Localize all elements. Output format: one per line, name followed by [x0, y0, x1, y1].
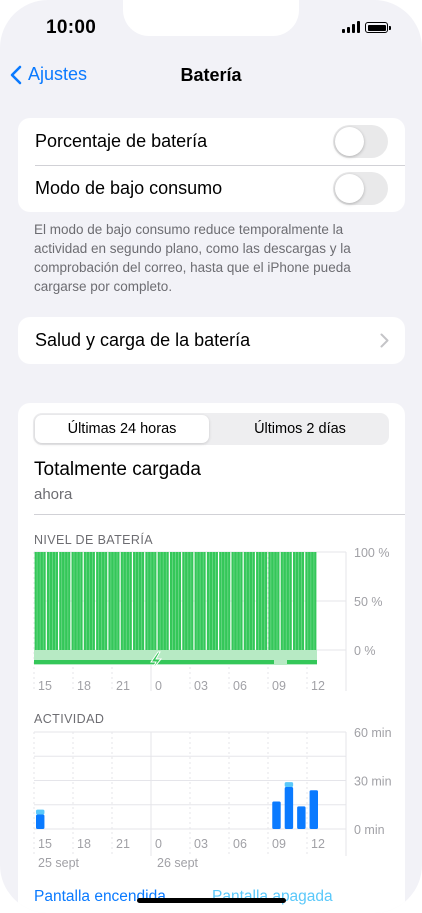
legend-screen-off: Pantalla apagada — [212, 888, 333, 905]
notch — [123, 0, 299, 36]
low-power-footnote: El modo de bajo consumo reduce temporalm… — [34, 222, 351, 294]
date-label-26-sept: 26 sept — [157, 856, 199, 870]
low-power-toggle[interactable] — [333, 172, 388, 205]
battery-x-tick-label: 15 — [38, 679, 52, 693]
battery-level-chart: 100 % 50 % 0 % 15 18 21 0 03 06 09 12 — [33, 546, 389, 693]
home-indicator — [137, 898, 286, 903]
activity-x-tick-label: 12 — [311, 837, 325, 851]
status-icons — [342, 21, 391, 33]
tab-last-2-days[interactable]: Últimos 2 días — [213, 415, 387, 443]
activity-bar-screen-on — [309, 790, 318, 829]
divider — [34, 514, 405, 515]
battery-settings-group: Porcentaje de batería Modo de bajo consu… — [18, 118, 405, 212]
battery-percentage-toggle[interactable] — [333, 125, 388, 158]
activity-y-tick-label: 0 min — [354, 823, 385, 837]
battery-x-tick-label: 12 — [311, 679, 325, 693]
date-label-25-sept: 25 sept — [38, 856, 80, 870]
time-range-segmented-control: Últimas 24 horas Últimos 2 días — [33, 413, 389, 445]
battery-x-tick-label: 09 — [272, 679, 286, 693]
chevron-right-icon — [380, 333, 389, 348]
activity-bar-screen-on — [272, 801, 281, 829]
status-time: 10:00 — [46, 17, 97, 38]
activity-x-tick-label: 0 — [155, 837, 162, 851]
battery-x-tick-label: 06 — [233, 679, 247, 693]
toggle-knob — [335, 127, 364, 156]
activity-bar-screen-off — [284, 782, 294, 787]
charge-time: ahora — [34, 486, 73, 503]
charge-status: Totalmente cargada — [34, 459, 201, 480]
battery-health-group: Salud y carga de la batería — [18, 317, 405, 364]
activity-x-tick-label: 03 — [194, 837, 208, 851]
navigation-bar: Ajustes Batería — [0, 60, 422, 90]
battery-health-label: Salud y carga de la batería — [35, 330, 251, 350]
charging-strip-line — [287, 660, 317, 664]
battery-health-row[interactable]: Salud y carga de la batería — [18, 317, 405, 364]
battery-level-label: NIVEL DE BATERÍA — [34, 533, 153, 547]
activity-x-tick-label: 18 — [77, 837, 91, 851]
battery-x-tick-label: 21 — [116, 679, 130, 693]
activity-bar-screen-on — [297, 806, 306, 829]
activity-x-tick-label: 09 — [272, 837, 286, 851]
battery-x-tick-label: 0 — [155, 679, 162, 693]
activity-x-tick-label: 21 — [116, 837, 130, 851]
phone-screen: 10:00 Ajustes Batería Porcentaje de bate… — [0, 0, 422, 913]
activity-y-tick-label: 60 min — [354, 726, 392, 740]
activity-bar-screen-on — [36, 814, 45, 829]
low-power-row: Modo de bajo consumo — [18, 165, 405, 212]
battery-y-tick-label: 0 % — [354, 644, 376, 658]
toggle-knob — [335, 174, 364, 203]
legend-screen-on: Pantalla encendida — [34, 888, 166, 905]
battery-percentage-label: Porcentaje de batería — [35, 131, 208, 151]
battery-percentage-row: Porcentaje de batería — [18, 118, 405, 165]
activity-x-tick-label: 15 — [38, 837, 52, 851]
battery-x-tick-label: 18 — [77, 679, 91, 693]
activity-x-tick-label: 06 — [233, 837, 247, 851]
low-power-label: Modo de bajo consumo — [35, 178, 223, 198]
tab-last-24-hours[interactable]: Últimas 24 horas — [35, 415, 209, 443]
battery-x-tick-label: 03 — [194, 679, 208, 693]
battery-y-tick-label: 100 % — [354, 546, 389, 560]
cellular-signal-icon — [342, 21, 360, 33]
battery-y-tick-label: 50 % — [354, 595, 383, 609]
activity-y-tick-label: 30 min — [354, 775, 392, 789]
activity-bar-screen-on — [284, 786, 294, 829]
battery-icon — [365, 22, 391, 33]
activity-bar-screen-off — [36, 809, 45, 815]
activity-chart: 60 min 30 min 0 min 15 18 21 0 03 06 09 12 — [33, 726, 392, 856]
page-title: Batería — [180, 65, 242, 85]
